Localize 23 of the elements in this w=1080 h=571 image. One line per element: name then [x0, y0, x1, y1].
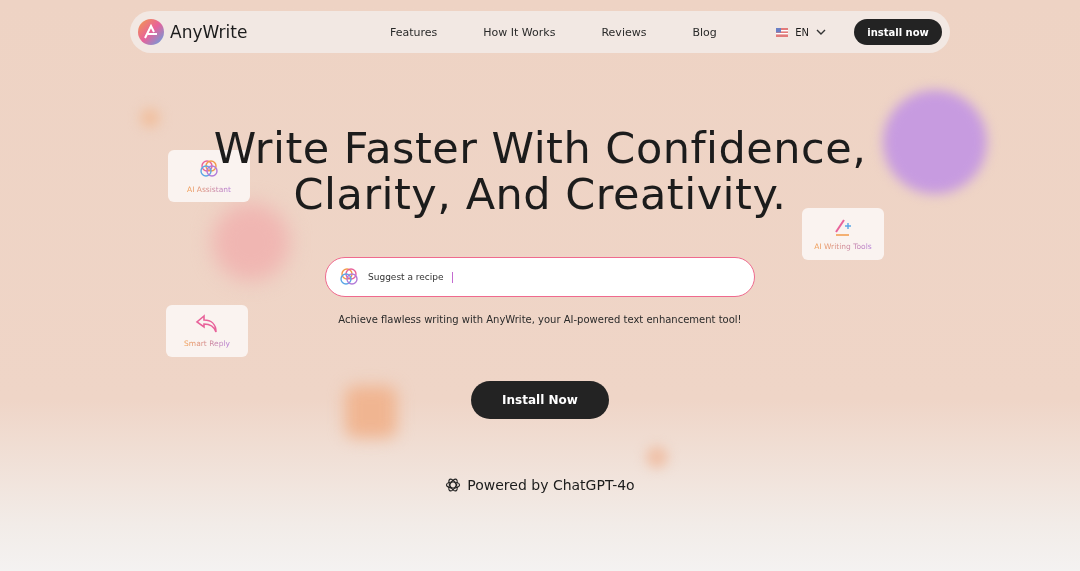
reply-arrow-icon	[195, 314, 219, 334]
nav-link[interactable]: Blog	[692, 25, 717, 39]
nav-link[interactable]: How It Works	[483, 25, 556, 39]
glow-blob	[646, 446, 668, 468]
nav-link[interactable]: Features	[390, 25, 438, 39]
prompt-field[interactable]: Suggest a recipe	[325, 257, 755, 297]
chevron-down-icon	[816, 29, 826, 35]
powered-by-text: Powered by ChatGPT-4o	[467, 477, 635, 493]
logo-icon	[138, 19, 164, 45]
glow-blob	[345, 386, 397, 438]
headline: Write Faster With Confidence,	[213, 125, 867, 171]
pen-sparkle-icon	[833, 217, 853, 237]
chatgpt-knot-icon	[445, 477, 462, 493]
headline: Clarity, And Creativity.	[293, 171, 787, 217]
language-selector[interactable]: EN	[776, 26, 826, 38]
glow-blob	[140, 108, 160, 128]
flag-icon	[776, 27, 789, 37]
nav-link[interactable]: Reviews	[601, 25, 647, 39]
flower-icon	[338, 266, 360, 288]
install-button[interactable]: Install Now	[471, 381, 609, 419]
subtitle: Achieve flawless writing with AnyWrite, your AI-powered text enhancement tool!	[338, 314, 742, 325]
install-button[interactable]: install now	[854, 19, 942, 45]
brand-name[interactable]: AnyWrite	[170, 22, 248, 42]
